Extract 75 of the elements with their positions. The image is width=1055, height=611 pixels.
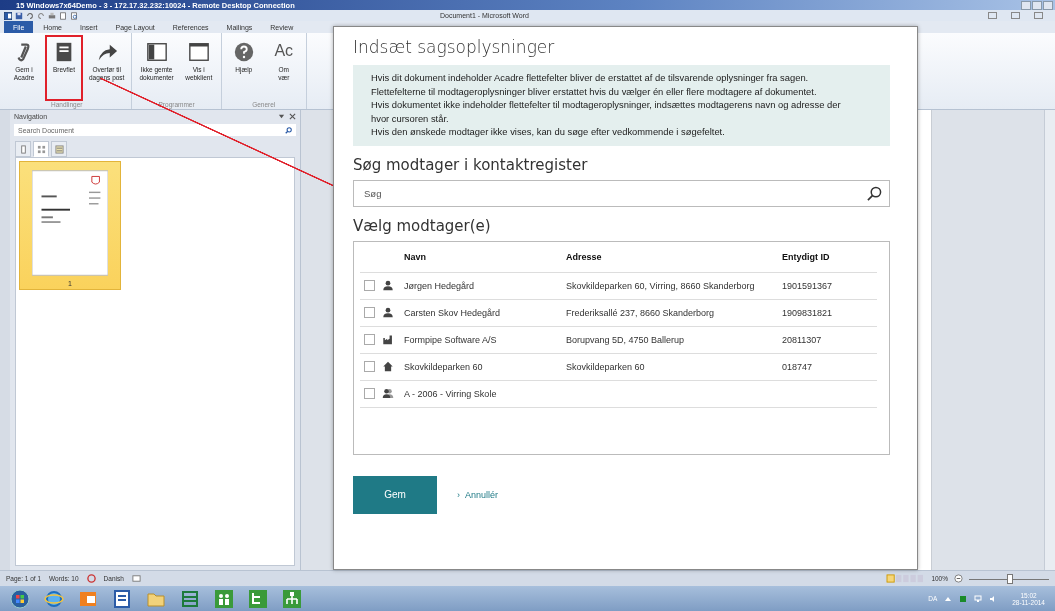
window-icon bbox=[187, 41, 210, 63]
table-cell-text: Skovkildeparken 60 bbox=[403, 361, 484, 372]
table-cell-text: Carsten Skov Hedegård bbox=[403, 307, 502, 318]
search-icon[interactable] bbox=[285, 126, 292, 134]
table-cell: 018747 bbox=[782, 361, 813, 372]
start-orb-icon[interactable] bbox=[10, 588, 30, 609]
table-cell: Borupvang 5D, 4750 Ballerup bbox=[566, 334, 685, 345]
window-icon[interactable] bbox=[180, 588, 200, 609]
maximize-button[interactable] bbox=[1032, 0, 1042, 10]
info-text: Flettefelterne til modtageroplysninger bliver erstattet hvis du vælger én eller flere modtagere af dokumentet. bbox=[371, 84, 818, 98]
view-tab[interactable] bbox=[51, 141, 67, 157]
macro-icon[interactable] bbox=[131, 574, 141, 583]
page-icon[interactable] bbox=[59, 11, 67, 20]
house-icon bbox=[382, 361, 394, 372]
section-heading: Søg modtager i kontaktregister bbox=[353, 155, 589, 174]
globe-icon[interactable] bbox=[44, 588, 64, 609]
page-icon bbox=[18, 144, 28, 154]
table-cell-text: Formpipe Software A/S bbox=[403, 334, 498, 345]
tray-app-icon[interactable] bbox=[959, 594, 968, 603]
scrollbar[interactable] bbox=[1044, 110, 1055, 570]
org-chart-icon[interactable] bbox=[282, 588, 302, 609]
person-icon bbox=[382, 307, 394, 318]
document-icon[interactable] bbox=[112, 588, 132, 609]
dropdown-icon[interactable] bbox=[278, 112, 285, 120]
people-icon bbox=[382, 388, 394, 399]
close-icon[interactable] bbox=[289, 112, 296, 120]
factory-icon bbox=[382, 334, 394, 345]
view-tab[interactable] bbox=[33, 141, 49, 157]
table-cell: 1901591367 bbox=[782, 280, 833, 291]
help-icon bbox=[232, 41, 255, 63]
grid-icon bbox=[36, 144, 46, 154]
dialog-title: Indsæt sagsoplysninger bbox=[353, 37, 556, 57]
person-icon bbox=[382, 280, 394, 291]
checkbox[interactable] bbox=[363, 334, 375, 345]
checkbox[interactable] bbox=[363, 280, 375, 291]
people-icon[interactable] bbox=[214, 588, 234, 609]
panel-icon bbox=[145, 41, 168, 63]
proofing-icon[interactable] bbox=[86, 574, 96, 583]
checkbox[interactable] bbox=[363, 388, 375, 399]
minimize-button[interactable] bbox=[988, 12, 997, 19]
search-icon[interactable] bbox=[867, 185, 882, 201]
table-cell-text: Jørgen Hedegård bbox=[403, 280, 476, 291]
minimize-button[interactable] bbox=[1021, 0, 1031, 10]
search-field[interactable]: Søg bbox=[353, 179, 890, 207]
view-buttons-icon[interactable] bbox=[885, 574, 926, 583]
info-text: Hvis dokumentet ikke indeholder flettefelter til modtageroplysninger, indsættes modtagerens navn og adresse der hvor cursoren står. bbox=[371, 98, 842, 125]
column-header: Adresse bbox=[566, 251, 603, 262]
word-icon[interactable] bbox=[4, 11, 12, 20]
list-icon bbox=[54, 144, 64, 154]
table-cell: Skovkildeparken 60, Virring, 8660 Skanderborg bbox=[566, 280, 755, 291]
cancel-link[interactable]: › Annullér bbox=[457, 489, 499, 500]
column-header: Navn bbox=[403, 251, 427, 262]
table-cell: Skovkildeparken 60 bbox=[566, 361, 645, 372]
checkbox[interactable] bbox=[363, 361, 375, 372]
tree-icon[interactable] bbox=[248, 588, 268, 609]
preview-icon[interactable] bbox=[70, 11, 78, 20]
table-cell: 1909831821 bbox=[782, 307, 833, 318]
section-heading: Vælg modtager(e) bbox=[353, 216, 492, 235]
info-text: Hvis dit dokument indeholder Acadre flettefelter bliver de erstattet af de tilsvarende oplysninger fra sagen. bbox=[371, 71, 810, 85]
view-tab[interactable] bbox=[15, 141, 31, 157]
info-text: Hvis den ønskede modtager ikke vises, kan du søge efter vedkommende i søgefeltet. bbox=[371, 125, 726, 139]
checkbox[interactable] bbox=[363, 307, 375, 318]
redo-icon[interactable] bbox=[37, 11, 45, 20]
column-header: Entydigt ID bbox=[782, 251, 831, 262]
table-cell: Frederiksallé 237, 8660 Skanderborg bbox=[566, 307, 715, 318]
undo-icon[interactable] bbox=[26, 11, 34, 20]
table-cell-text: A - 2006 - Virring Skole bbox=[403, 388, 498, 399]
network-icon[interactable] bbox=[974, 594, 983, 603]
zoom-slider-thumb[interactable] bbox=[1007, 573, 1013, 584]
table-cell: 20811307 bbox=[782, 334, 822, 345]
print-icon[interactable] bbox=[48, 11, 56, 20]
save-icon[interactable] bbox=[15, 11, 23, 20]
save-button[interactable]: Gem bbox=[353, 475, 437, 514]
restore-button[interactable] bbox=[1011, 12, 1020, 19]
zoom-out-icon[interactable] bbox=[954, 574, 963, 583]
